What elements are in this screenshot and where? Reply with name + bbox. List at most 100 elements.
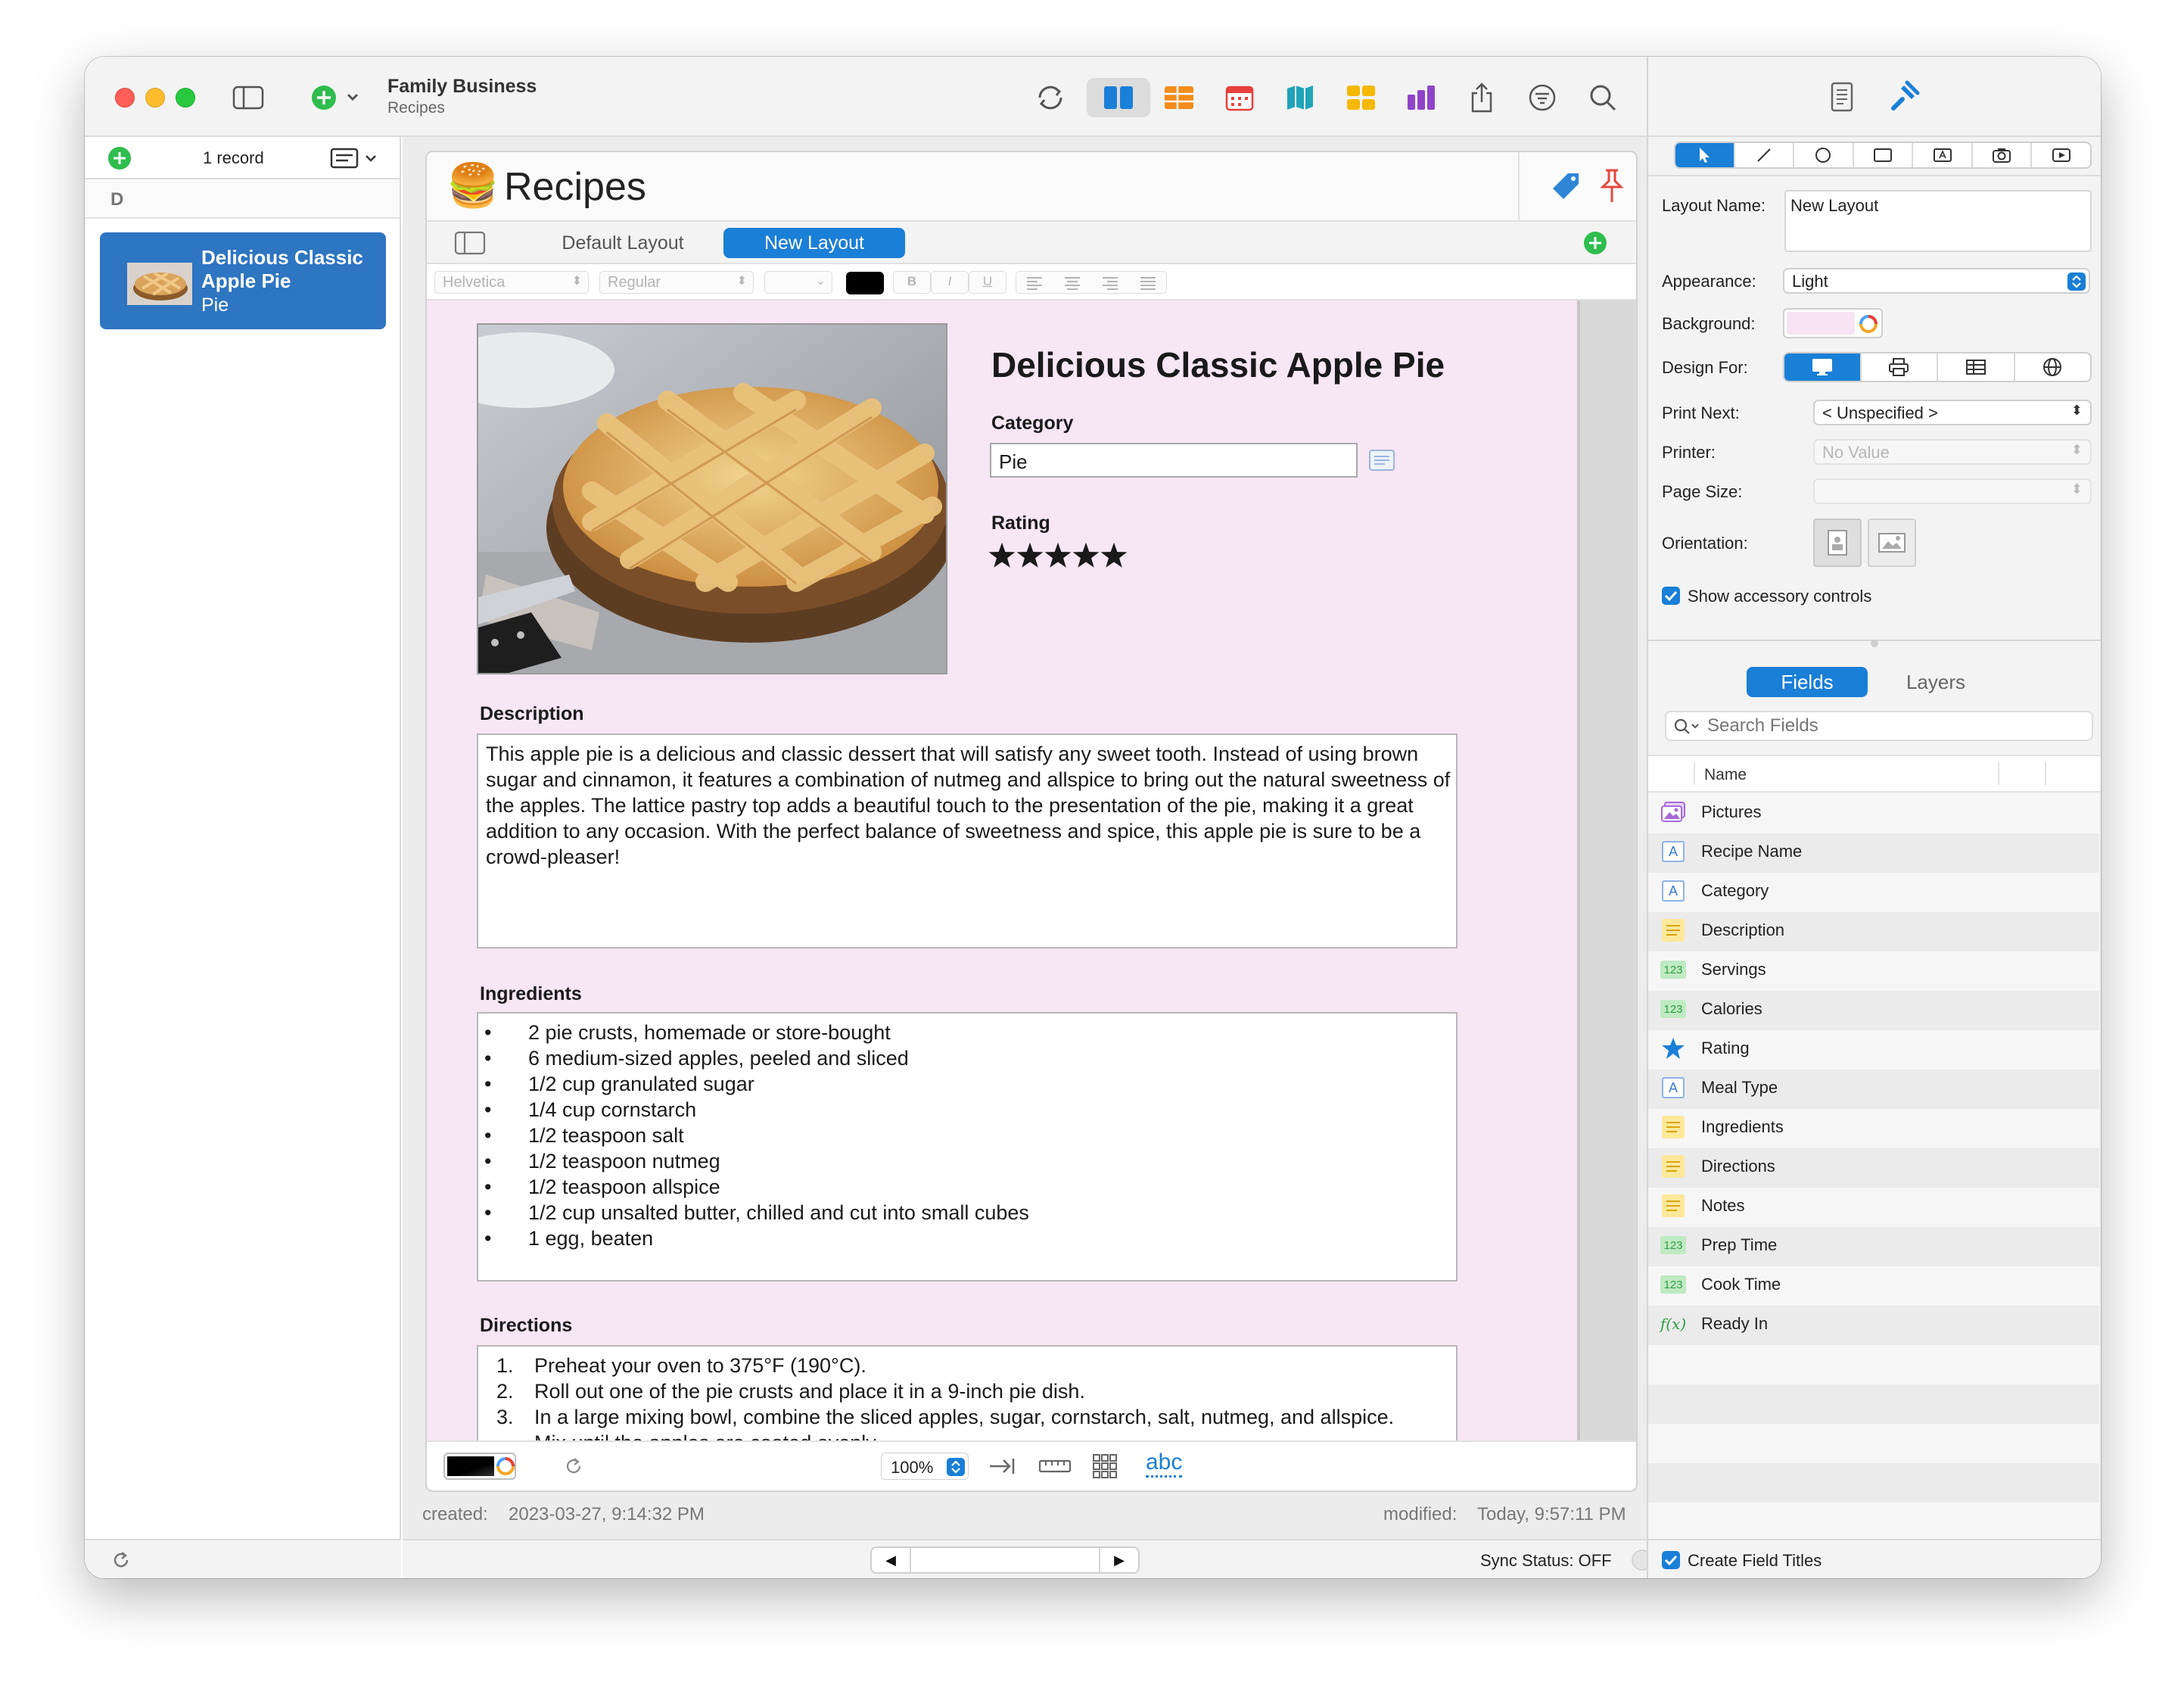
next-record-button[interactable]: ▶ <box>1099 1548 1138 1572</box>
spell-check-button[interactable]: abc <box>1146 1450 1183 1478</box>
minimize-window-button[interactable] <box>145 88 165 107</box>
show-accessory-checkbox[interactable] <box>1662 587 1680 605</box>
tab-default-layout[interactable]: Default Layout <box>533 228 713 258</box>
toggle-sidebar-button[interactable] <box>229 78 268 117</box>
zoom-select[interactable]: 100% <box>881 1453 969 1480</box>
filter-button[interactable] <box>1523 78 1562 117</box>
rectangle-tool[interactable] <box>1854 143 1914 167</box>
search-fields-input[interactable] <box>1665 711 2093 741</box>
field-row[interactable]: 123 Cook Time <box>1648 1266 2099 1306</box>
field-row[interactable]: Rating <box>1648 1030 2099 1070</box>
create-field-titles-checkbox[interactable] <box>1662 1551 1680 1569</box>
fill-color-well[interactable] <box>443 1453 516 1480</box>
font-size-select[interactable]: ⌄ <box>764 271 832 294</box>
map-view-button[interactable] <box>1280 78 1320 117</box>
add-record-menu-button[interactable] <box>309 78 369 117</box>
form-view-button[interactable] <box>1087 78 1150 117</box>
line-tool[interactable] <box>1735 143 1795 167</box>
choice-list-icon[interactable] <box>1368 449 1395 472</box>
rating-star[interactable] <box>1100 542 1128 568</box>
field-row[interactable]: Notes <box>1648 1188 2099 1227</box>
layout-sidebar-icon[interactable] <box>454 231 486 255</box>
field-row[interactable]: Directions <box>1648 1148 2099 1188</box>
field-row[interactable]: Pictures <box>1648 794 2099 833</box>
landscape-button[interactable] <box>1868 519 1916 567</box>
text-tool[interactable] <box>1913 143 1973 167</box>
design-for-screen[interactable] <box>1784 353 1862 381</box>
rating-star[interactable] <box>1072 542 1100 568</box>
section-header: D <box>85 179 400 219</box>
text-color-well[interactable] <box>846 272 884 294</box>
font-family-select[interactable]: Helvetica ⬍ <box>434 271 589 294</box>
page-size-select[interactable]: ⬍ <box>1813 478 2092 504</box>
oval-tool[interactable] <box>1794 143 1854 167</box>
rating-star[interactable] <box>1016 542 1044 568</box>
ruler-icon[interactable] <box>1038 1454 1072 1478</box>
calendar-view-button[interactable] <box>1220 78 1259 117</box>
font-style-select[interactable]: Regular ⬍ <box>599 271 754 294</box>
tag-icon[interactable] <box>1550 170 1583 204</box>
previous-record-button[interactable]: ◀ <box>872 1548 911 1572</box>
portrait-button[interactable] <box>1813 519 1862 567</box>
field-row[interactable]: 123 Servings <box>1648 951 2099 991</box>
field-row[interactable]: Description <box>1648 912 2099 951</box>
ingredients-field[interactable]: • 2 pie crusts, homemade or store-bought •… <box>477 1012 1458 1282</box>
category-field[interactable]: Pie <box>990 443 1358 478</box>
share-button[interactable] <box>1462 78 1501 117</box>
zoom-window-button[interactable] <box>176 88 195 107</box>
reset-icon[interactable] <box>563 1456 584 1477</box>
rating-star[interactable] <box>1044 542 1072 568</box>
picture-tool[interactable] <box>1973 143 2033 167</box>
grid-icon[interactable] <box>1091 1453 1118 1480</box>
close-window-button[interactable] <box>115 88 135 107</box>
add-record-icon[interactable] <box>107 146 132 170</box>
field-row[interactable]: A Meal Type <box>1648 1070 2099 1109</box>
chart-view-button[interactable] <box>1402 78 1441 117</box>
tab-fields[interactable]: Fields <box>1747 667 1868 697</box>
search-button[interactable] <box>1583 78 1622 117</box>
field-row[interactable]: A Recipe Name <box>1648 833 2099 873</box>
rating-star[interactable] <box>988 542 1016 568</box>
button-tool[interactable] <box>2032 143 2090 167</box>
name-column-header[interactable]: Name <box>1704 766 1747 784</box>
field-row[interactable]: f(x) Ready In <box>1648 1306 2099 1345</box>
add-layout-icon[interactable] <box>1583 231 1607 255</box>
field-row[interactable]: 123 Calories <box>1648 991 2099 1030</box>
italic-button[interactable]: I <box>931 271 969 294</box>
field-row[interactable]: A Category <box>1648 873 2099 912</box>
appearance-select[interactable]: Light <box>1783 268 2090 294</box>
split-handle[interactable] <box>1871 640 1878 647</box>
description-field[interactable]: This apple pie is a delicious and classi… <box>477 733 1458 948</box>
rating-stars[interactable] <box>988 541 1140 571</box>
tab-new-layout[interactable]: New Layout <box>723 228 905 258</box>
recipe-name-value[interactable]: Delicious Classic Apple Pie <box>991 344 1445 385</box>
pictures-field[interactable] <box>433 323 955 674</box>
card-view-button[interactable] <box>1341 78 1380 117</box>
bold-button[interactable]: B <box>893 271 931 294</box>
directions-field[interactable]: 1. Preheat your oven to 375°F (190°C). 2. R… <box>477 1345 1458 1440</box>
field-row[interactable]: Ingredients <box>1648 1109 2099 1148</box>
sync-button[interactable] <box>1031 78 1070 117</box>
table-view-button[interactable] <box>1159 78 1199 117</box>
layout-name-input[interactable]: New Layout <box>1784 190 2092 252</box>
document-icon[interactable] <box>1830 81 1854 113</box>
tab-layers[interactable]: Layers <box>1875 667 1996 697</box>
layout-tools-icon[interactable] <box>1887 79 1921 113</box>
alignment-segmented[interactable] <box>1016 271 1167 294</box>
design-for-web[interactable] <box>2015 353 2091 381</box>
ingredients-label: Ingredients <box>480 983 582 1004</box>
select-tool[interactable] <box>1675 143 1735 167</box>
tab-order-icon[interactable] <box>987 1454 1017 1478</box>
refresh-icon[interactable] <box>110 1549 132 1571</box>
background-color-well[interactable] <box>1783 308 1883 338</box>
field-row[interactable]: 123 Prep Time <box>1648 1227 2099 1266</box>
underline-button[interactable]: U <box>969 271 1006 294</box>
search-fields-text[interactable] <box>1707 715 2086 737</box>
design-for-table[interactable] <box>1938 353 2015 381</box>
record-list-item[interactable]: Delicious Classic Apple Pie Pie <box>100 232 386 329</box>
print-next-select[interactable]: < Unspecified > ⬍ <box>1813 400 2092 425</box>
design-for-print[interactable] <box>1862 353 1938 381</box>
list-style-menu-icon[interactable] <box>330 146 383 170</box>
pin-icon[interactable] <box>1597 167 1627 205</box>
printer-select[interactable]: No Value ⬍ <box>1813 439 2092 465</box>
